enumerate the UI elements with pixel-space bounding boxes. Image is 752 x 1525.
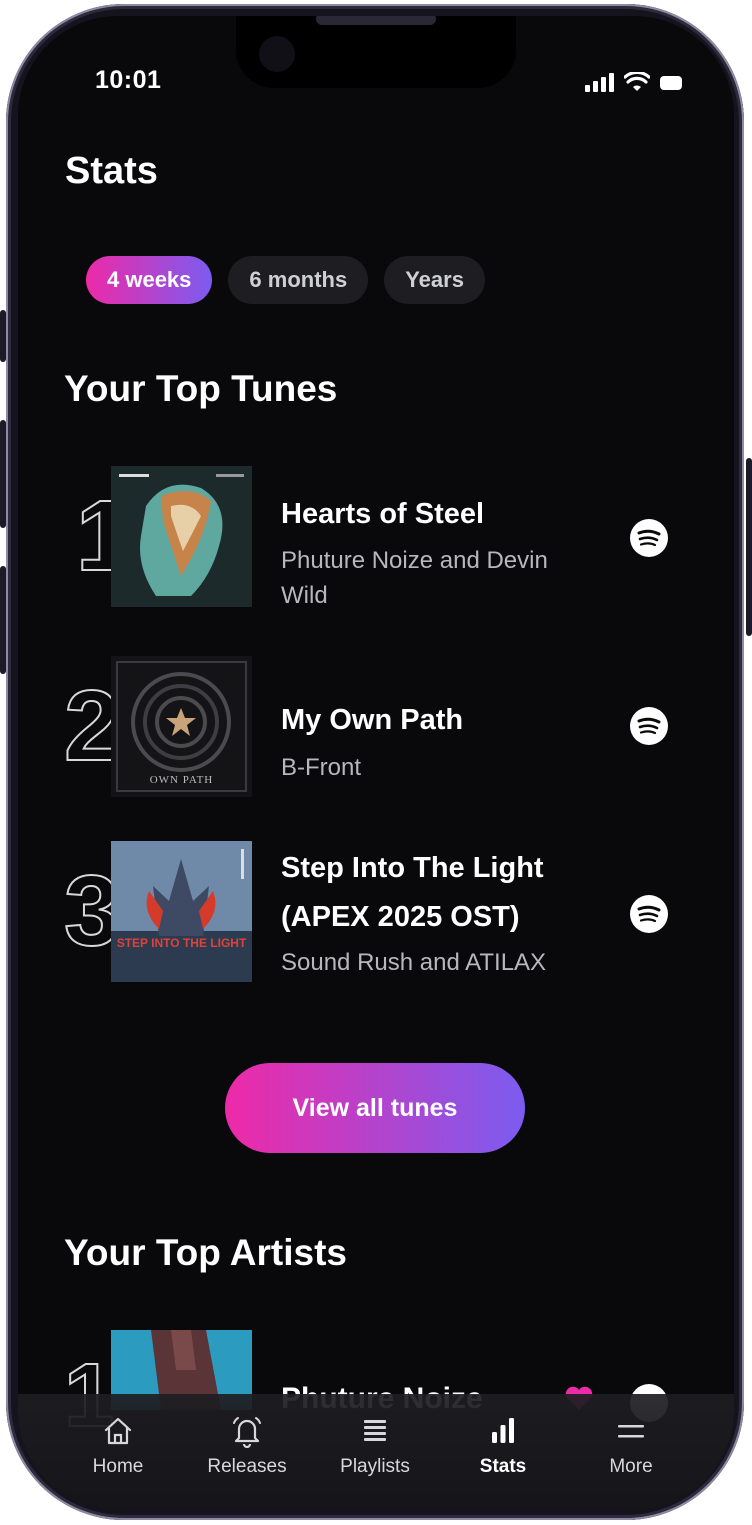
view-all-tunes-button[interactable]: View all tunes <box>225 1063 525 1153</box>
tab-playlists[interactable]: Playlists <box>320 1414 430 1478</box>
track-artist: B-Front <box>281 754 362 781</box>
filter-4-weeks[interactable]: 4 weeks <box>86 256 213 304</box>
home-icon <box>104 1417 132 1445</box>
signal-icon <box>585 73 614 92</box>
stats-icon <box>492 1418 514 1443</box>
spotify-icon[interactable] <box>630 519 668 557</box>
tab-label: More <box>609 1456 653 1477</box>
tab-stats[interactable]: Stats <box>448 1414 558 1478</box>
album-cover-step-into-the-light: STEP INTO THE LIGHT <box>111 841 252 982</box>
album-cover-my-own-path: OWN PATH <box>111 656 252 797</box>
power-button <box>746 458 752 636</box>
track-title[interactable]: Step Into The Light (APEX 2025 OST) <box>281 844 601 943</box>
time-range-filters: 4 weeks 6 months Years <box>86 256 485 304</box>
tab-label: Home <box>92 1456 144 1477</box>
cover-caption: OWN PATH <box>149 774 214 786</box>
track-artist: Sound Rush and ATILAX <box>281 949 547 976</box>
wifi-icon <box>624 72 650 91</box>
spotify-icon[interactable] <box>630 707 668 745</box>
tab-more[interactable]: More <box>576 1414 686 1478</box>
battery-icon <box>660 76 682 90</box>
tab-home[interactable]: Home <box>63 1414 173 1478</box>
bell-icon <box>233 1417 261 1448</box>
volume-down-button <box>0 566 6 674</box>
spotify-icon[interactable] <box>630 895 668 933</box>
speaker-grille <box>316 16 436 25</box>
top-tunes-heading: Your Top Tunes <box>64 368 338 409</box>
tab-label: Stats <box>479 1456 527 1477</box>
track-artist: Phuture Noize and Devin Wild <box>281 547 548 609</box>
top-artists-heading: Your Top Artists <box>64 1232 347 1273</box>
cover-caption: STEP INTO THE LIGHT <box>116 936 247 950</box>
tune-row[interactable]: 1 Hearts of Steel Phuture Noize and Devi… <box>18 466 734 611</box>
menu-icon <box>618 1425 644 1438</box>
filter-years[interactable]: Years <box>384 256 485 304</box>
tab-label: Releases <box>207 1456 287 1477</box>
tab-label: Playlists <box>340 1456 410 1477</box>
tune-row[interactable]: 2 OWN PATH My Own Path B-Front <box>18 656 734 801</box>
album-cover-hearts-of-steel <box>111 466 252 607</box>
status-icons <box>585 72 682 92</box>
status-time: 10:01 <box>95 66 162 94</box>
page-title: Stats <box>65 150 158 192</box>
bottom-tab-bar: Home Releases Playlists Stats More <box>18 1394 734 1510</box>
front-camera <box>259 36 295 72</box>
playlist-icon <box>364 1420 386 1441</box>
filter-6-months[interactable]: 6 months <box>228 256 369 304</box>
tune-row[interactable]: 3 STEP INTO THE LIGHT Step Into The Ligh… <box>18 841 734 986</box>
track-title[interactable]: Hearts of Steel <box>281 490 601 539</box>
tab-releases[interactable]: Releases <box>192 1414 302 1478</box>
volume-up-button <box>0 420 6 528</box>
mute-switch <box>0 310 6 362</box>
track-title[interactable]: My Own Path <box>281 696 601 745</box>
app-screen: 10:01 Stats 4 weeks 6 months Years Your … <box>18 16 734 1510</box>
